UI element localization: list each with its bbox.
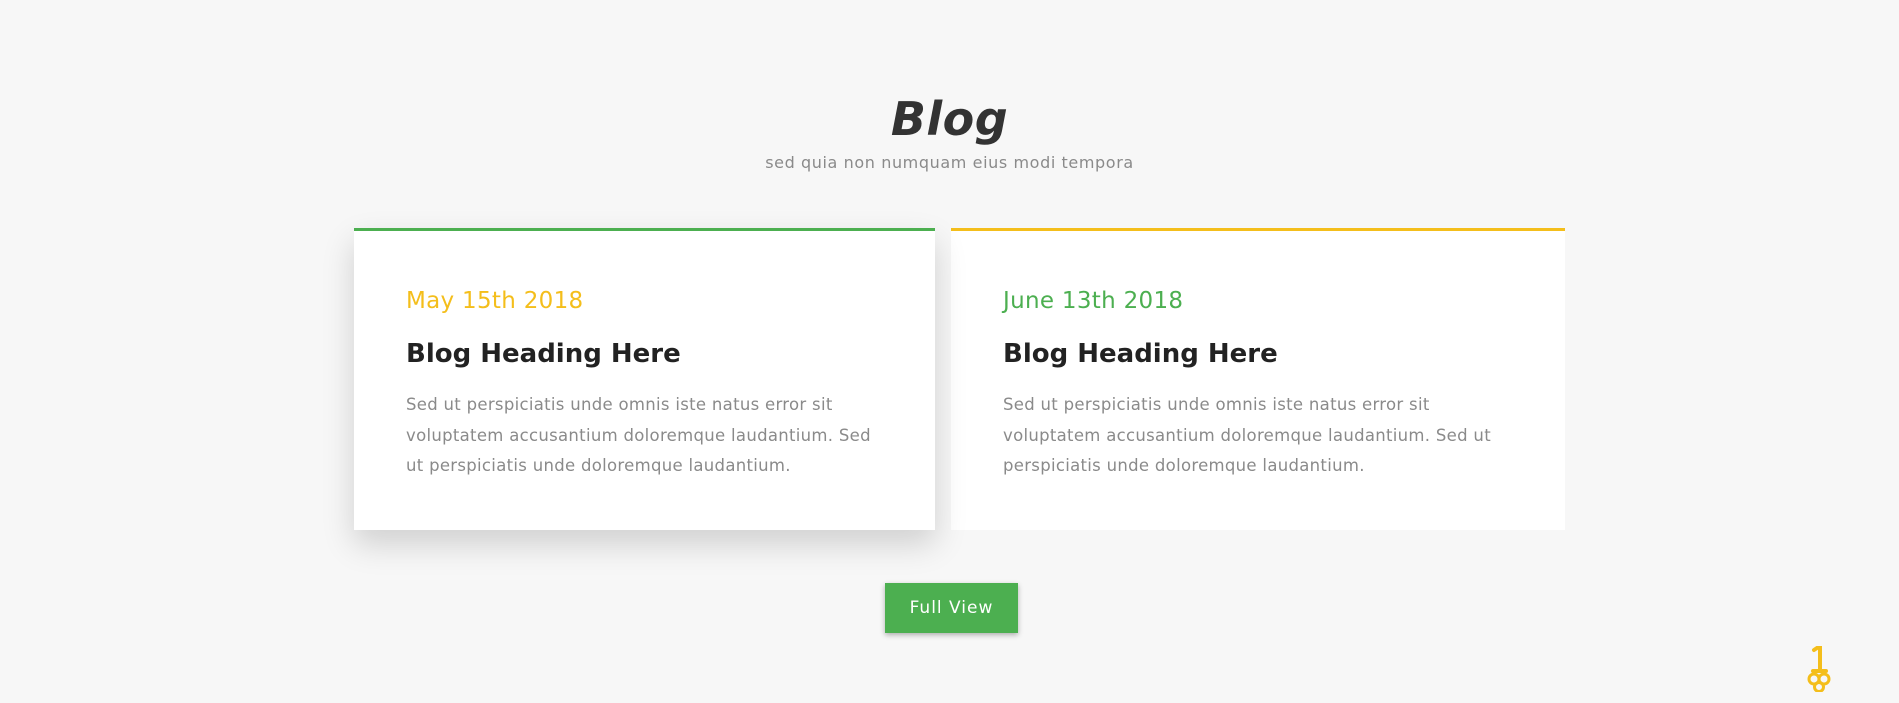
blog-card-heading[interactable]: Blog Heading Here bbox=[1003, 338, 1515, 370]
blog-card-excerpt: Sed ut perspiciatis unde omnis iste natu… bbox=[406, 395, 871, 475]
section-subtitle: sed quia non numquam eius modi tempora bbox=[765, 153, 1134, 172]
blog-card-heading[interactable]: Blog Heading Here bbox=[406, 338, 885, 370]
blog-card-date: May 15th 2018 bbox=[406, 288, 584, 314]
full-view-button[interactable]: Full View bbox=[885, 583, 1018, 633]
blog-card-date: June 13th 2018 bbox=[1003, 288, 1184, 314]
blog-card[interactable]: June 13th 2018 Blog Heading Here Sed ut … bbox=[951, 228, 1565, 530]
key-icon[interactable] bbox=[1806, 646, 1832, 692]
section-title: Blog bbox=[890, 92, 1009, 146]
blog-section: Blog sed quia non numquam eius modi temp… bbox=[0, 0, 1899, 703]
blog-card-excerpt: Sed ut perspiciatis unde omnis iste natu… bbox=[1003, 395, 1491, 475]
blog-card[interactable]: May 15th 2018 Blog Heading Here Sed ut p… bbox=[354, 228, 935, 530]
